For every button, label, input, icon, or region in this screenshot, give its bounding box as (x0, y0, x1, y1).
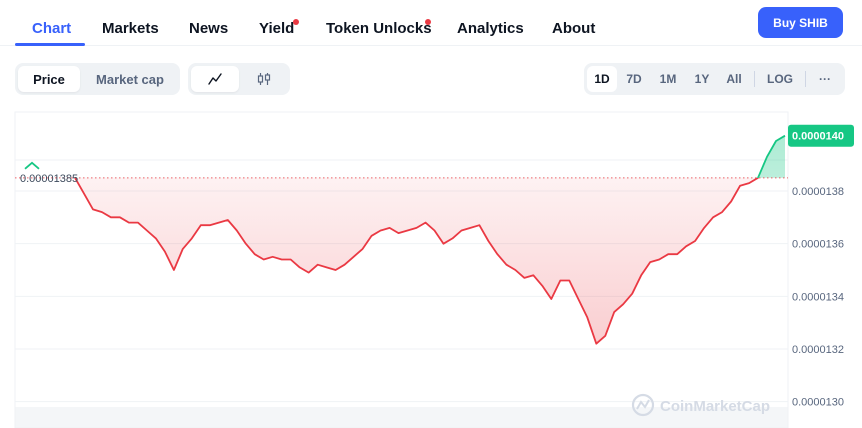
range-selector: 1D 7D 1M 1Y All LOG ··· (584, 63, 845, 95)
tab-markets[interactable]: Markets (102, 20, 159, 37)
top-nav: Chart Markets News Yield Token Unlocks A… (0, 0, 862, 46)
buy-shib-button[interactable]: Buy SHIB (758, 7, 843, 38)
more-options-button[interactable]: ··· (810, 66, 840, 92)
tab-news[interactable]: News (189, 20, 228, 37)
range-divider (805, 71, 806, 87)
chart-type-toggle (188, 63, 290, 95)
tab-yield[interactable]: Yield (259, 20, 294, 37)
range-divider (754, 71, 755, 87)
range-all-button[interactable]: All (720, 66, 748, 92)
below-baseline-area (75, 177, 758, 344)
baseline-label: 0.00001385 (20, 173, 78, 185)
y-tick-label: 0.0000134 (792, 291, 844, 303)
price-tab[interactable]: Price (18, 66, 80, 92)
log-scale-button[interactable]: LOG (761, 66, 799, 92)
yield-notification-dot (293, 19, 299, 25)
token-unlocks-notification-dot (425, 19, 431, 25)
range-1m-button[interactable]: 1M (652, 66, 684, 92)
market-cap-tab[interactable]: Market cap (83, 66, 177, 92)
line-chart-button[interactable] (191, 66, 239, 92)
tab-chart[interactable]: Chart (32, 20, 71, 37)
tab-about[interactable]: About (552, 20, 595, 37)
candlestick-icon (257, 73, 271, 85)
y-tick-label: 0.0000138 (792, 186, 844, 198)
candlestick-button[interactable] (241, 66, 287, 92)
plot-frame (14, 111, 789, 428)
range-7d-button[interactable]: 7D (619, 66, 649, 92)
line-chart-icon (208, 73, 222, 85)
y-tick-label: 0.0000136 (792, 239, 844, 251)
tab-token-unlocks[interactable]: Token Unlocks (326, 20, 432, 37)
price-chart: 0.0000138 0.0000136 0.0000134 0.0000132 0.00… (0, 100, 862, 428)
range-1d-button[interactable]: 1D (587, 66, 617, 92)
y-tick-label: 0.0000132 (792, 344, 844, 356)
watermark-text: CoinMarketCap (660, 398, 770, 415)
range-1y-button[interactable]: 1Y (688, 66, 716, 92)
y-tick-label: 0.0000130 (792, 397, 844, 409)
baseline-drag-chevron-icon[interactable] (24, 161, 40, 170)
current-price-label: 0.0000140 (792, 131, 844, 143)
active-tab-indicator (15, 43, 85, 46)
metric-toggle: Price Market cap (15, 63, 180, 95)
price-chart-svg: 0.0000138 0.0000136 0.0000134 0.0000132 0.00… (14, 111, 854, 428)
tab-analytics[interactable]: Analytics (457, 20, 524, 37)
